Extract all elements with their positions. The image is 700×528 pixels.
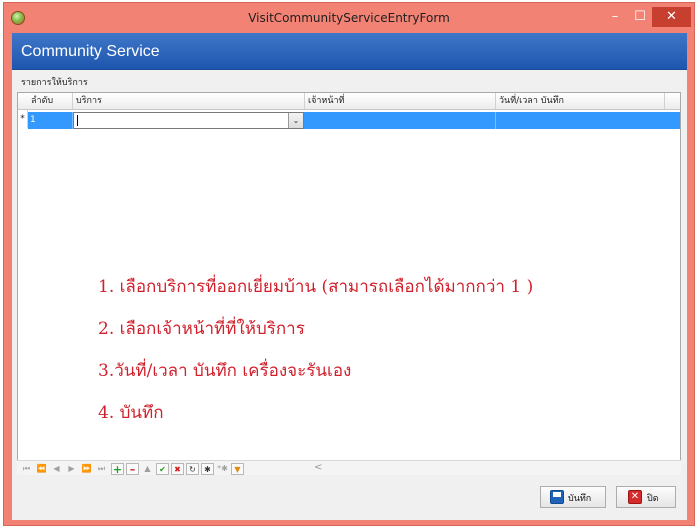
window-title: VisitCommunityServiceEntryForm <box>248 11 450 25</box>
service-combobox[interactable]: ⌄ <box>73 112 304 129</box>
goto-bookmark-icon[interactable]: *✱ <box>216 463 229 475</box>
floppy-disk-icon <box>550 490 564 504</box>
column-header-seq[interactable]: ลำดับ <box>28 93 73 109</box>
last-record-icon[interactable]: ⏭ <box>95 463 108 475</box>
close-icon: ✕ <box>628 490 642 504</box>
table-row[interactable]: 1 ⌄ <box>28 112 680 129</box>
header-band: Community Service <box>12 33 687 70</box>
post-edit-icon[interactable]: ✔ <box>156 463 169 475</box>
service-grid[interactable]: ลำดับ บริการ เจ้าหน้าที่ วันที่/เวลา บัน… <box>17 92 681 474</box>
instruction-2: 2. เลือกเจ้าหน้าที่ที่ให้บริการ <box>98 319 305 339</box>
cell-seq[interactable]: 1 <box>28 112 73 129</box>
cell-staff[interactable] <box>305 112 496 129</box>
cell-datetime[interactable] <box>496 112 680 129</box>
next-page-icon[interactable]: ⏩ <box>80 463 93 475</box>
close-button[interactable]: ✕ ปิด <box>616 486 676 508</box>
chevron-down-icon[interactable]: ⌄ <box>288 113 303 128</box>
next-record-icon[interactable]: ▶ <box>65 463 78 475</box>
cancel-edit-icon[interactable]: ✖ <box>171 463 184 475</box>
insert-record-icon[interactable]: + <box>111 463 124 476</box>
instruction-4: 4. บันทึก <box>98 403 164 423</box>
grid-navigator: ⏮ ⏪ ◀ ▶ ⏩ ⏭ + – ▲ ✔ ✖ ↻ ✱ *✱ ▼ < <box>17 460 681 476</box>
first-record-icon[interactable]: ⏮ <box>20 463 33 475</box>
instruction-1: 1. เลือกบริการที่ออกเยี่ยมบ้าน (สามารถเล… <box>98 277 534 297</box>
close-window-button[interactable]: ✕ <box>652 7 691 27</box>
title-bar[interactable]: VisitCommunityServiceEntryForm – ☐ ✕ <box>4 3 694 33</box>
close-button-label: ปิด <box>647 494 659 504</box>
column-header-staff[interactable]: เจ้าหน้าที่ <box>305 93 496 109</box>
refresh-icon[interactable]: ↻ <box>186 463 199 475</box>
prev-record-icon[interactable]: ◀ <box>50 463 63 475</box>
column-header-datetime[interactable]: วันที่/เวลา บันทึก <box>496 93 665 109</box>
bookmark-icon[interactable]: ✱ <box>201 463 214 475</box>
footer-bar: บันทึก ✕ ปิด <box>12 479 687 520</box>
edit-record-icon[interactable]: ▲ <box>141 463 154 475</box>
text-caret <box>77 115 78 126</box>
grid-header: ลำดับ บริการ เจ้าหน้าที่ วันที่/เวลา บัน… <box>18 93 680 110</box>
save-button-label: บันทึก <box>568 494 592 504</box>
form-client-area: Community Service รายการให้บริการ ลำดับ … <box>12 33 687 520</box>
minimize-button[interactable]: – <box>604 7 626 27</box>
row-indicator: * <box>18 110 28 128</box>
delete-record-icon[interactable]: – <box>126 463 139 476</box>
save-button[interactable]: บันทึก <box>540 486 606 508</box>
prev-page-icon[interactable]: ⏪ <box>35 463 48 475</box>
filter-icon[interactable]: ▼ <box>231 463 244 475</box>
scroll-left-icon[interactable]: < <box>314 462 322 473</box>
column-header-service[interactable]: บริการ <box>73 93 305 109</box>
form-window: VisitCommunityServiceEntryForm – ☐ ✕ Com… <box>3 2 695 526</box>
page-title: Community Service <box>21 43 160 60</box>
instruction-3: 3.วันที่/เวลา บันทึก เครื่องจะรันเอง <box>98 361 352 381</box>
group-label: รายการให้บริการ <box>21 78 88 88</box>
maximize-button[interactable]: ☐ <box>629 7 651 27</box>
